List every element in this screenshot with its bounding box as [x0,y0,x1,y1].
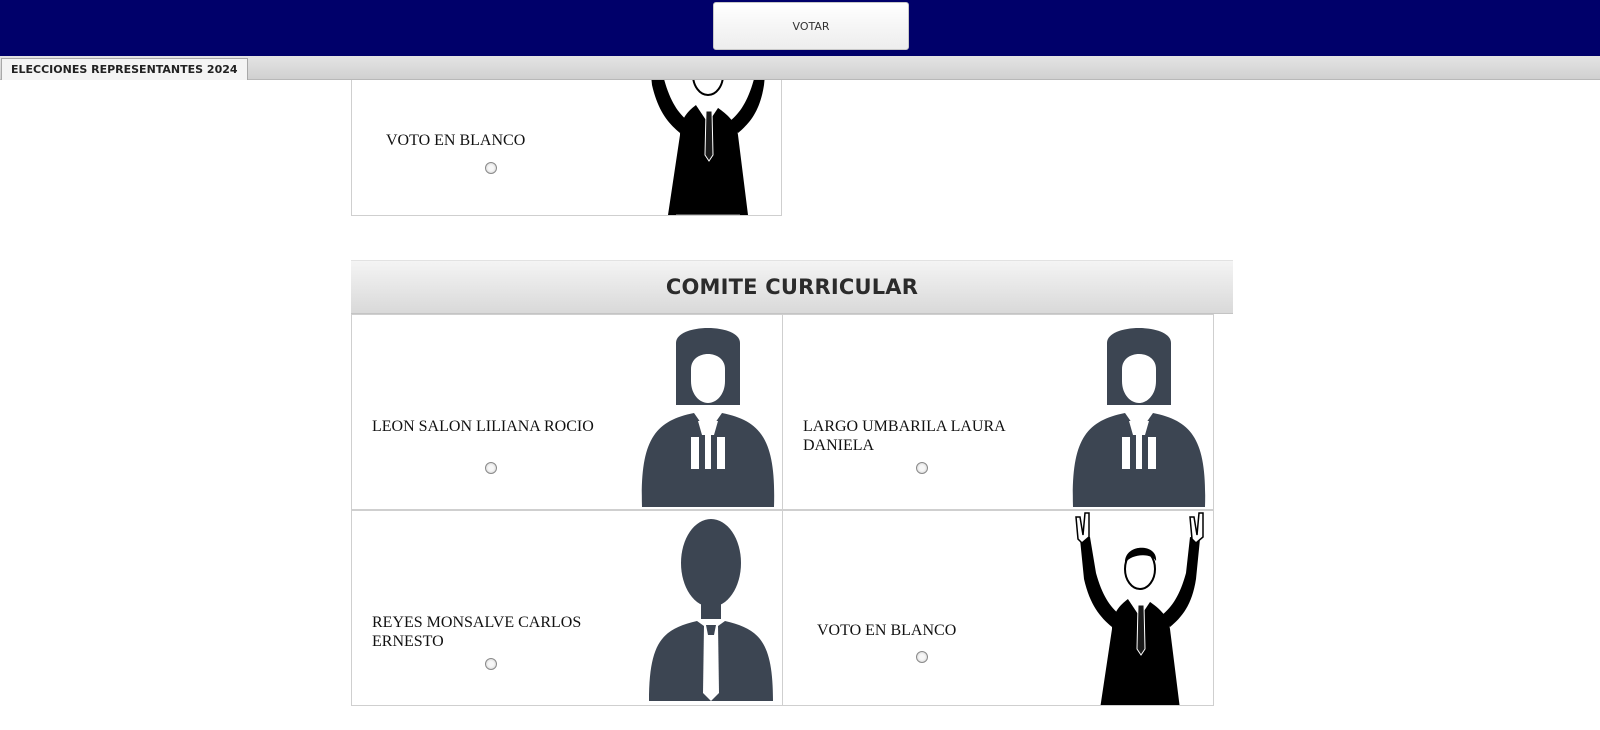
candidate-card-voto-en-blanco-previous[interactable]: VOTO EN BLANCO [351,80,782,216]
candidate-name: LEON SALON LILIANA ROCIO [372,418,594,435]
candidate-name: LARGO UMBARILA LAURA DANIELA [803,418,1005,454]
woman-avatar-icon [1072,328,1206,507]
section-title: COMITE CURRICULAR [665,275,919,299]
vote-radio-button[interactable] [485,162,497,174]
candidate-card-leon-salon[interactable]: LEON SALON LILIANA ROCIO [351,314,783,510]
ballot-content: VOTO EN BLANCO COMITE CURRICULAR LEON SA… [0,80,1600,730]
hands-up-man-icon [1075,512,1204,705]
hands-up-man-icon [643,80,772,215]
candidate-name: VOTO EN BLANCO [817,622,957,639]
woman-avatar-icon [641,328,775,507]
man-avatar-icon [649,519,773,701]
vote-radio-button[interactable] [485,658,497,670]
tab-elecciones-representantes[interactable]: ELECCIONES REPRESENTANTES 2024 [1,58,248,80]
tab-bar: ELECCIONES REPRESENTANTES 2024 [0,56,1600,80]
vote-radio-button[interactable] [916,462,928,474]
candidate-card-largo-umbarila[interactable]: LARGO UMBARILA LAURA DANIELA [782,314,1214,510]
candidate-card-reyes-monsalve[interactable]: REYES MONSALVE CARLOS ERNESTO [351,510,783,706]
candidate-card-voto-en-blanco[interactable]: VOTO EN BLANCO [782,510,1214,706]
vote-radio-button[interactable] [485,462,497,474]
top-header-bar: VOTAR [0,0,1600,56]
vote-radio-button[interactable] [916,651,928,663]
candidate-name: VOTO EN BLANCO [386,132,526,149]
vote-button[interactable]: VOTAR [713,2,909,50]
section-header: COMITE CURRICULAR [351,260,1233,314]
candidate-name: REYES MONSALVE CARLOS ERNESTO [372,614,582,650]
